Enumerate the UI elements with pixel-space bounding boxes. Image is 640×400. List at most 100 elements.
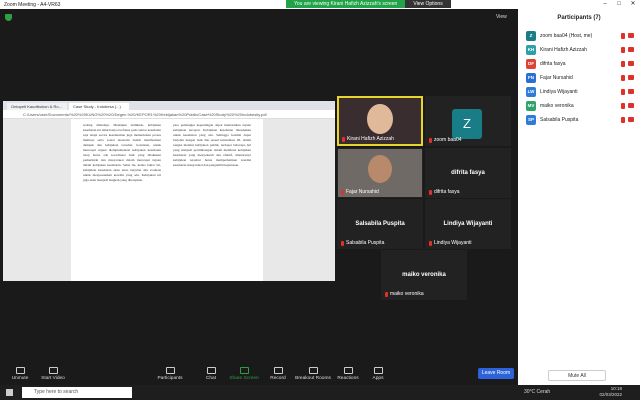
system-clock[interactable]: 10:18 02/03/2022 bbox=[599, 386, 622, 398]
participant-avatar: MV bbox=[526, 101, 536, 111]
participant-video bbox=[368, 155, 392, 183]
tile-name: Salsabila Puspita bbox=[341, 240, 384, 246]
tile-display-name: Lindiya Wijayanti bbox=[443, 221, 493, 227]
video-tile-kirani[interactable]: Kirani Hafizh Azizzah bbox=[337, 96, 423, 146]
participants-title: Participants (7) bbox=[557, 15, 601, 21]
participant-avatar: LW bbox=[526, 87, 536, 97]
participant-row[interactable]: SP Salsabila Puspita bbox=[518, 113, 640, 127]
participant-name: Fajar Nursahid bbox=[540, 75, 573, 81]
video-off-icon bbox=[628, 33, 634, 38]
muted-mic-icon bbox=[621, 117, 625, 123]
muted-mic-icon bbox=[341, 189, 344, 195]
muted-mic-icon bbox=[429, 240, 432, 246]
muted-mic-icon bbox=[621, 89, 625, 95]
tile-name: Lindiya Wijayanti bbox=[429, 240, 472, 246]
browser-tab-active[interactable]: Case Study - Indobesa (...) bbox=[69, 103, 129, 110]
video-off-icon bbox=[628, 103, 634, 108]
video-tile-lindiya[interactable]: Lindiya Wijayanti Lindiya Wijayanti bbox=[425, 199, 511, 249]
clock-date: 02/03/2022 bbox=[599, 392, 622, 397]
tile-display-name: difrita fasya bbox=[451, 170, 485, 176]
participant-video bbox=[367, 104, 393, 134]
window-controls: – □ ✕ bbox=[598, 0, 640, 9]
participants-button[interactable]: Participants bbox=[150, 367, 190, 381]
muted-mic-icon bbox=[341, 240, 344, 246]
record-button[interactable]: Record bbox=[258, 367, 298, 381]
tile-name: difrita fasya bbox=[429, 189, 460, 195]
video-off-icon bbox=[628, 75, 634, 80]
video-tile-difrita[interactable]: difrita fasya difrita fasya bbox=[425, 148, 511, 198]
address-bar[interactable]: C:/Users/user/Documents/%20%20KUNG%20%20… bbox=[3, 110, 335, 119]
participant-status bbox=[621, 47, 634, 53]
muted-mic-icon bbox=[621, 33, 625, 39]
participant-row[interactable]: LW Lindiya Wijayanti bbox=[518, 85, 640, 99]
participant-name: Kirani Hafizh Azizzah bbox=[540, 47, 587, 53]
muted-mic-icon bbox=[429, 137, 432, 143]
participant-status bbox=[621, 61, 634, 67]
muted-mic-icon bbox=[385, 291, 388, 297]
avatar: Z bbox=[452, 109, 482, 139]
weather-widget[interactable]: 30°C Cerah bbox=[524, 389, 550, 395]
apps-button[interactable]: Apps bbox=[358, 367, 398, 381]
leave-room-button[interactable]: Leave Room bbox=[478, 368, 514, 379]
video-off-icon bbox=[628, 61, 634, 66]
tile-display-name: Salsabila Puspita bbox=[355, 221, 405, 227]
tile-name: Kirani Hafizh Azizzah bbox=[342, 136, 394, 142]
windows-start-icon[interactable] bbox=[6, 389, 13, 396]
video-tile-salsabila[interactable]: Salsabila Puspita Salsabila Puspita bbox=[337, 199, 423, 249]
start-video-button[interactable]: Start Video bbox=[33, 367, 73, 381]
participant-row[interactable]: FN Fajar Nursahid bbox=[518, 71, 640, 85]
share-banner: You are viewing Kirani Hafizh Azizzah's … bbox=[286, 0, 451, 8]
share-icon bbox=[239, 367, 249, 374]
participant-avatar: FN bbox=[526, 73, 536, 83]
video-tile-maiko[interactable]: maiko veronika maiko veronika bbox=[381, 250, 467, 300]
participant-row[interactable]: Zzoom baa04 (Host, me) bbox=[518, 29, 640, 43]
smile-icon bbox=[343, 367, 353, 374]
tile-display-name: maiko veronika bbox=[402, 272, 446, 278]
tile-name: Fajar Nursahid bbox=[341, 189, 379, 195]
participant-status bbox=[621, 33, 634, 39]
muted-mic-icon bbox=[621, 47, 625, 53]
participant-name: Lindiya Wijayanti bbox=[540, 89, 578, 95]
mic-icon bbox=[15, 367, 25, 374]
muted-mic-icon bbox=[621, 103, 625, 109]
participants-panel: Participants (7) Zzoom baa04 (Host, me) K… bbox=[518, 9, 640, 385]
video-tile-zoom[interactable]: Z zoom baa04 bbox=[425, 96, 511, 146]
record-icon bbox=[273, 367, 283, 374]
view-label: View bbox=[496, 14, 507, 20]
video-tile-fajar[interactable]: Fajar Nursahid bbox=[337, 148, 423, 198]
participant-row[interactable]: DF difrita fasya bbox=[518, 57, 640, 71]
video-off-icon bbox=[628, 47, 634, 52]
participant-row[interactable]: KH Kirani Hafizh Azizzah bbox=[518, 43, 640, 57]
breakout-icon bbox=[308, 367, 318, 374]
close-icon[interactable]: ✕ bbox=[626, 0, 640, 9]
participant-name: zoom baa04 (Host, me) bbox=[540, 33, 593, 39]
maximize-icon[interactable]: □ bbox=[612, 0, 626, 9]
camera-icon bbox=[48, 367, 58, 374]
minimize-icon[interactable]: – bbox=[598, 0, 612, 9]
participant-row[interactable]: MV maiko veronika bbox=[518, 99, 640, 113]
participant-status bbox=[621, 117, 634, 123]
tile-name: maiko veronika bbox=[385, 291, 424, 297]
video-off-icon bbox=[628, 89, 634, 94]
mute-all-button[interactable]: Mute All bbox=[548, 370, 606, 381]
participant-name: maiko veronika bbox=[540, 103, 574, 109]
participant-name: Salsabila Puspita bbox=[540, 117, 579, 123]
browser-tab[interactable]: Ontopelt Kaudtbokon & Ro... bbox=[7, 103, 67, 110]
muted-mic-icon bbox=[342, 136, 345, 142]
breakout-rooms-button[interactable]: Breakout Rooms bbox=[293, 367, 333, 381]
view-button[interactable]: View bbox=[496, 14, 507, 20]
taskbar-search-input[interactable]: Type here to search bbox=[22, 387, 132, 398]
shield-icon[interactable] bbox=[5, 14, 12, 21]
view-options-button[interactable]: View Options bbox=[405, 0, 451, 8]
participant-name: difrita fasya bbox=[540, 61, 566, 67]
participant-status bbox=[621, 89, 634, 95]
participant-avatar: SP bbox=[526, 115, 536, 125]
participant-avatar: KH bbox=[526, 45, 536, 55]
pdf-page: sedang dilandaju. Meskipun demikian, keb… bbox=[71, 119, 263, 281]
pdf-viewer: sedang dilandaju. Meskipun demikian, keb… bbox=[3, 119, 335, 281]
muted-mic-icon bbox=[621, 75, 625, 81]
page-column-left: sedang dilandaju. Meskipun demikian, keb… bbox=[83, 123, 161, 182]
shared-screen-browser: Ontopelt Kaudtbokon & Ro... Case Study -… bbox=[3, 101, 335, 281]
participant-avatar: Z bbox=[526, 31, 536, 41]
chat-icon bbox=[206, 367, 216, 374]
